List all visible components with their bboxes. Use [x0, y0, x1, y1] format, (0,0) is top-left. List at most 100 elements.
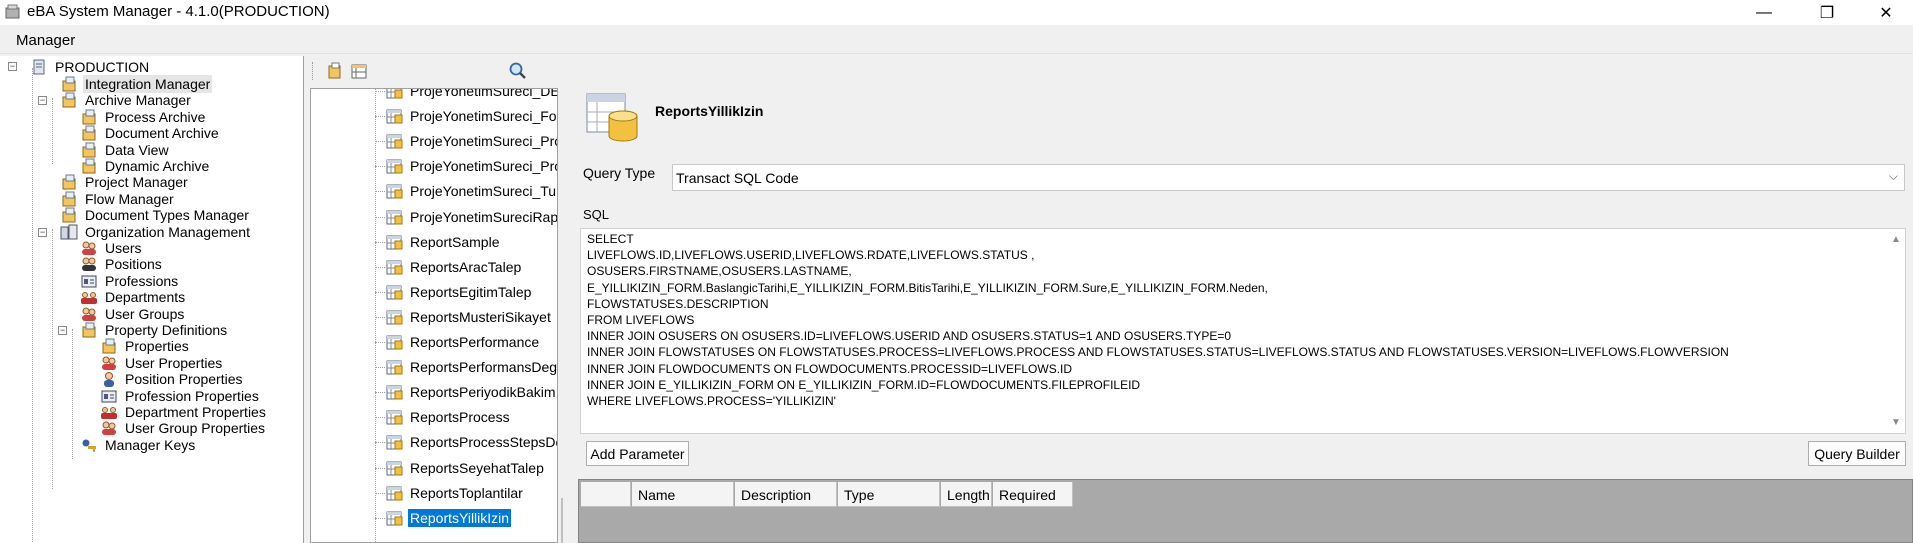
new-report-icon[interactable]	[326, 62, 344, 80]
org-icon	[60, 224, 78, 240]
column-header-type[interactable]: Type	[838, 482, 940, 507]
navigation-tree[interactable]: − PRODUCTION Integration Manager Archive …	[0, 56, 304, 543]
report-list-item[interactable]: ProjeYonetimSureciRap	[385, 207, 558, 227]
search-icon[interactable]	[508, 61, 528, 81]
column-header-required[interactable]: Required	[993, 482, 1073, 507]
report-list-label: ReportsProcess	[410, 409, 510, 426]
report-list-label: ReportsEgitimTalep	[410, 283, 532, 300]
sql-scrollbar[interactable]: ▲ ▼	[1888, 229, 1905, 433]
query-type-select[interactable]: Transact SQL Code ⌵	[672, 164, 1905, 191]
report-icon	[386, 89, 403, 99]
key-icon	[82, 439, 96, 452]
expander-icon[interactable]: −	[58, 326, 67, 335]
minimize-button[interactable]: —	[1741, 0, 1787, 25]
report-icon	[386, 486, 403, 501]
report-list-label: ReportsToplantilar	[410, 484, 523, 501]
close-button[interactable]: ✕	[1863, 0, 1909, 25]
grid-row-header	[581, 482, 631, 507]
restore-button[interactable]: ❐	[1804, 0, 1850, 25]
app-icon	[5, 4, 20, 19]
query-builder-button[interactable]: Query Builder	[1808, 441, 1906, 466]
report-list-label: ReportsAracTalep	[410, 258, 522, 275]
window-title: eBA System Manager - 4.1.0(PRODUCTION)	[27, 3, 330, 20]
scroll-up-icon[interactable]: ▲	[1891, 234, 1901, 245]
sql-text: SELECT LIVEFLOWS.ID,LIVEFLOWS.USERID,LIV…	[587, 232, 1729, 409]
report-list-item[interactable]: ProjeYonetimSureci_Pro	[385, 156, 558, 176]
server-icon	[33, 59, 45, 75]
column-header-description[interactable]: Description	[735, 482, 837, 507]
report-list-item[interactable]: ReportsPerformance	[385, 332, 541, 352]
column-header-name[interactable]: Name	[632, 482, 734, 507]
title-bar: eBA System Manager - 4.1.0(PRODUCTION) —…	[0, 0, 1913, 25]
report-icon	[386, 360, 403, 375]
report-list-item[interactable]: ReportsAracTalep	[385, 257, 523, 277]
report-list-item[interactable]: ReportSample	[385, 232, 502, 252]
tree-item-manager-keys[interactable]: Manager Keys	[80, 435, 197, 455]
column-header-length[interactable]: Length	[941, 482, 992, 507]
expander-icon[interactable]: −	[38, 227, 47, 237]
report-list-item[interactable]: ReportsToplantilar	[385, 483, 525, 503]
report-icon	[386, 461, 403, 475]
report-list-item[interactable]: ProjeYonetimSureci_DE	[385, 88, 558, 101]
report-icon	[386, 235, 403, 250]
report-list-label: ProjeYonetimSureci_Pro	[410, 158, 558, 175]
report-list-label: ReportsPerformansDeg	[410, 359, 558, 376]
report-icon	[386, 335, 403, 350]
box-icon	[82, 322, 96, 338]
report-icon	[386, 184, 403, 199]
report-list-item[interactable]: ReportsMusteriSikayet	[385, 307, 553, 327]
report-list-item[interactable]: ReportsEgitimTalep	[385, 282, 533, 302]
report-icon	[386, 159, 403, 174]
expander-icon[interactable]: −	[38, 96, 47, 106]
report-list-label: ProjeYonetimSureci_DE	[410, 88, 558, 99]
report-list-label: ReportSample	[410, 233, 500, 250]
tree-label: Manager Keys	[105, 436, 196, 453]
sql-editor[interactable]: SELECT LIVEFLOWS.ID,LIVEFLOWS.USERID,LIV…	[580, 228, 1906, 434]
sql-label: SQL	[583, 207, 610, 222]
report-list-icon[interactable]	[350, 62, 368, 80]
report-list-item[interactable]: ReportsPerformansDeg	[385, 357, 558, 377]
report-list-item[interactable]: ProjeYonetimSureci_Fo	[385, 106, 557, 126]
report-list-label: ReportsSeyehatTalep	[410, 459, 544, 476]
add-parameter-button[interactable]: Add Parameter	[586, 441, 689, 466]
scroll-down-icon[interactable]: ▼	[1891, 417, 1901, 428]
expander-production[interactable]: −	[8, 62, 17, 71]
report-icon	[386, 410, 403, 425]
report-list-item[interactable]: ReportsProcess	[385, 407, 512, 427]
report-list-item[interactable]: ProjeYonetimSureci_Pro	[385, 131, 558, 151]
report-list-label: ReportsMusteriSikayet	[410, 308, 551, 325]
report-list-item[interactable]: ProjeYonetimSureci_Tu	[385, 181, 557, 201]
list-toolbar	[308, 56, 558, 85]
report-list-label: ReportsPerformance	[410, 334, 540, 350]
menu-bar: Manager	[0, 25, 1913, 54]
report-icon	[386, 210, 403, 224]
chevron-down-icon: ⌵	[1888, 169, 1898, 183]
report-list-label: ProjeYonetimSureci_Pro	[410, 133, 558, 150]
parameters-grid[interactable]: Name Description Type Length Required	[578, 479, 1913, 543]
report-list-label: ProjeYonetimSureci_Tu	[410, 183, 557, 200]
report-list-label: ProjeYonetimSureci_Fo	[410, 108, 557, 125]
report-icon	[386, 285, 403, 300]
database-icon	[586, 93, 638, 142]
report-list-label: ReportsPeriyodikBakim	[410, 384, 556, 401]
report-list-scrollbar[interactable]	[558, 88, 576, 543]
report-icon	[386, 385, 403, 400]
query-type-value: Transact SQL Code	[676, 170, 799, 186]
report-icon	[386, 134, 403, 149]
report-list[interactable]: ProjeYonetimSureci_DE ProjeYonetimSureci_…	[310, 88, 558, 543]
report-icon	[386, 109, 403, 124]
report-list-item[interactable]: ReportsSeyehatTalep	[385, 458, 546, 478]
box-icon	[62, 92, 76, 108]
report-list-item[interactable]: ReportsPeriyodikBakim	[385, 382, 557, 402]
menu-manager[interactable]: Manager	[16, 32, 75, 49]
report-list-label: ProjeYonetimSureciRap	[410, 208, 558, 225]
report-list-item[interactable]: ReportsYillikIzin	[385, 508, 512, 528]
report-icon	[386, 511, 403, 526]
report-title: ReportsYillikIzin	[655, 103, 764, 119]
query-type-label: Query Type	[583, 165, 656, 181]
report-icon	[386, 310, 403, 325]
report-list-item[interactable]: ReportsProcessStepsDe	[385, 432, 557, 452]
report-list-label: ReportsYillikIzin	[408, 508, 512, 527]
report-icon	[386, 260, 403, 275]
report-icon	[386, 435, 403, 450]
